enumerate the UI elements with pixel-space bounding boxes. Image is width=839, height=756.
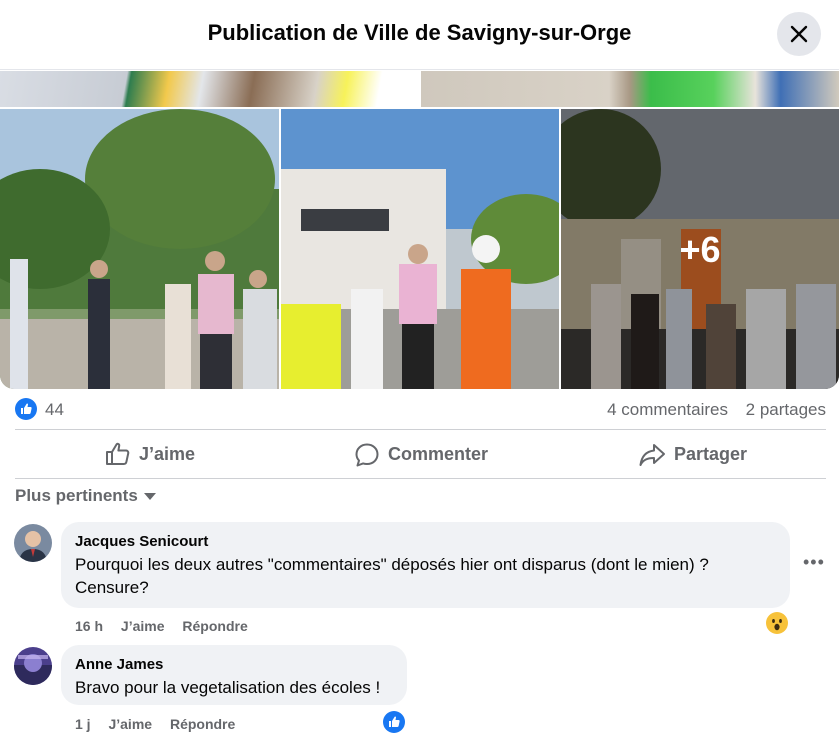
sort-label: Plus pertinents — [15, 486, 138, 505]
wow-emoji-icon[interactable] — [766, 612, 788, 634]
avatar-image — [14, 647, 52, 685]
divider — [15, 478, 826, 479]
like-badge-icon[interactable] — [15, 398, 37, 420]
comment-meta: 1 j J’aime Répondre — [75, 716, 235, 732]
comment-time[interactable]: 16 h — [75, 618, 103, 634]
comment-text-line: Pourquoi les deux autres "commentaires" … — [75, 555, 709, 574]
close-button[interactable] — [777, 12, 821, 56]
share-arrow-icon — [639, 444, 665, 466]
like-reaction-icon[interactable] — [383, 711, 405, 733]
photo-2[interactable] — [421, 71, 839, 107]
photo-4-image — [281, 109, 559, 389]
comment-sort-dropdown[interactable]: Plus pertinents — [15, 486, 156, 506]
comment-reply-button[interactable]: Répondre — [182, 618, 247, 634]
dialog-header: Publication de Ville de Savigny-sur-Orge — [0, 0, 839, 70]
more-photos-overlay[interactable]: +6 — [561, 109, 839, 389]
comment-text-line: Censure? — [75, 578, 149, 597]
comment-text: Bravo pour la vegetalisation des écoles … — [75, 678, 381, 697]
like-label: J’aime — [139, 444, 196, 464]
photo-1[interactable] — [0, 71, 419, 107]
comment-text: Pourquoi les deux autres "commentaires" … — [75, 553, 709, 599]
share-label: Partager — [674, 444, 748, 464]
thumbs-up-icon — [106, 442, 130, 465]
like-button[interactable]: J’aime — [15, 432, 285, 476]
more-photos-count: +6 — [679, 229, 721, 270]
photo-grid: +6 — [0, 71, 839, 389]
divider — [15, 429, 826, 430]
photo-4[interactable] — [281, 109, 559, 389]
comment-bubble: Jacques Senicourt Pourquoi les deux autr… — [61, 522, 790, 608]
caret-down-icon — [143, 493, 156, 501]
reaction-stats: 44 4 commentaires 2 partages — [15, 396, 826, 422]
avatar[interactable] — [14, 647, 52, 685]
comment-reply-button[interactable]: Répondre — [170, 716, 235, 732]
comment-author[interactable]: Anne James — [75, 656, 163, 673]
comment-meta: 16 h J’aime Répondre — [75, 618, 248, 634]
comment-bubble: Anne James Bravo pour la vegetalisation … — [61, 645, 407, 705]
comment-time[interactable]: 1 j — [75, 716, 91, 732]
like-count[interactable]: 44 — [45, 400, 64, 420]
share-button[interactable]: Partager — [555, 432, 825, 476]
comment-button[interactable]: Commenter — [285, 432, 555, 476]
avatar-image — [14, 524, 52, 562]
dialog-title: Publication de Ville de Savigny-sur-Orge — [207, 20, 632, 45]
more-options-icon[interactable]: ••• — [803, 552, 825, 573]
avatar[interactable] — [14, 524, 52, 562]
comment-like-button[interactable]: J’aime — [121, 618, 165, 634]
comment-label: Commenter — [388, 444, 489, 464]
close-icon — [790, 25, 808, 43]
action-bar: J’aime Commenter Partager — [15, 432, 826, 476]
comment-author[interactable]: Jacques Senicourt — [75, 533, 208, 550]
photo-5[interactable]: +6 — [561, 109, 839, 389]
photo-3-image — [0, 109, 279, 389]
comments-count[interactable]: 4 commentaires — [607, 400, 728, 420]
comment-like-button[interactable]: J’aime — [108, 716, 152, 732]
photo-3[interactable] — [0, 109, 279, 389]
comment-bubble-icon — [355, 443, 379, 467]
shares-count[interactable]: 2 partages — [746, 400, 826, 420]
